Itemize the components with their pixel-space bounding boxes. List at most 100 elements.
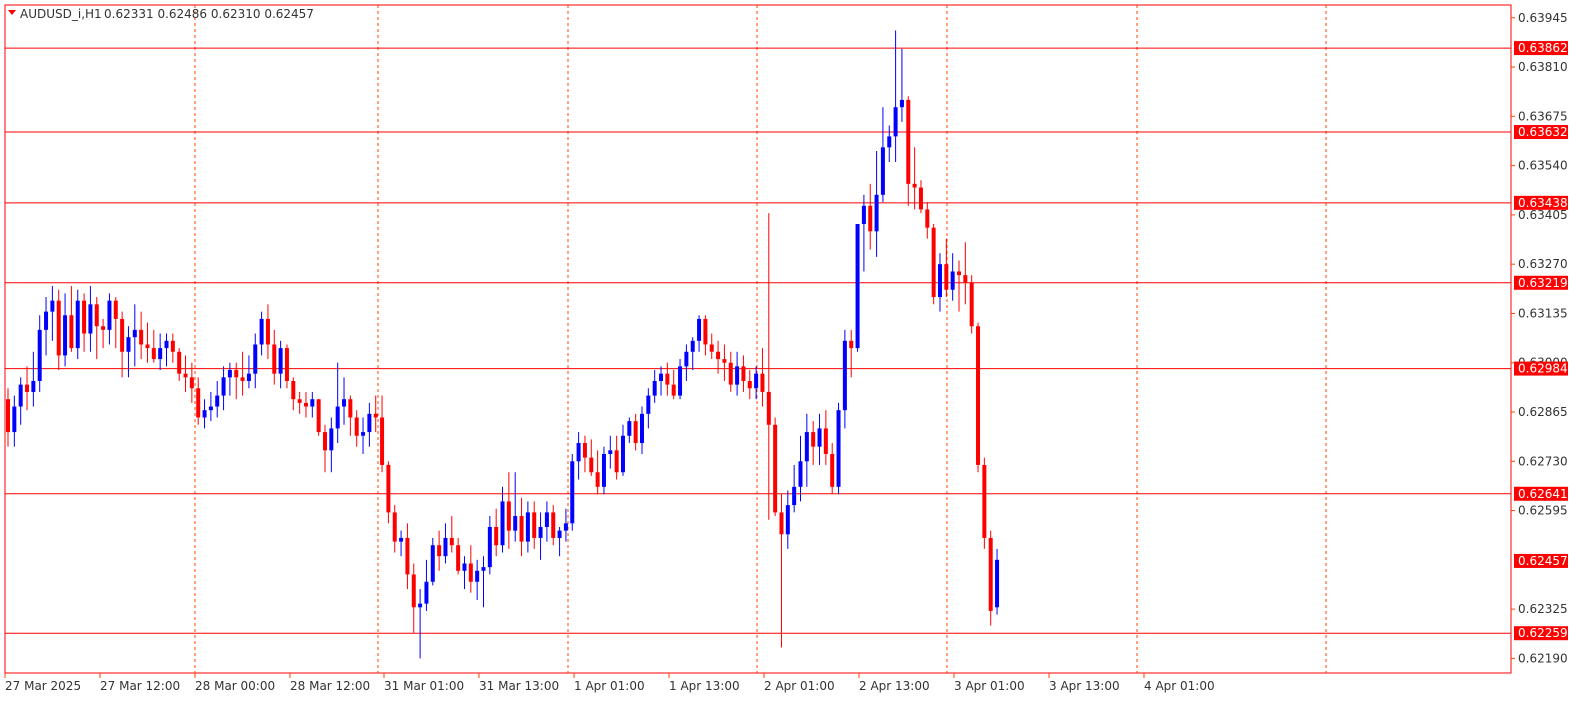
candle-body	[158, 348, 163, 360]
candle-body	[31, 380, 36, 392]
price-level-label: 0.62641	[1518, 487, 1568, 501]
candle-body	[475, 570, 480, 582]
candle-body	[386, 464, 391, 513]
candle-body	[500, 501, 505, 546]
candle-body	[823, 428, 828, 454]
candle-body	[399, 537, 404, 542]
candle-body	[208, 406, 213, 411]
candle-body	[25, 384, 30, 392]
candle-body	[94, 304, 99, 327]
candle-body	[50, 300, 55, 312]
candle-body	[855, 224, 860, 349]
candle-body	[221, 377, 226, 396]
candle-body	[392, 512, 397, 542]
candle-body	[944, 264, 949, 290]
candle-body	[101, 326, 106, 330]
candle-body	[544, 512, 549, 527]
candle-body	[278, 348, 283, 374]
candle-body	[760, 373, 765, 392]
candle-body	[259, 318, 264, 345]
candle-body	[234, 370, 239, 378]
candle-body	[272, 344, 277, 374]
candle-body	[303, 402, 308, 407]
candle-body	[430, 545, 435, 582]
x-tick-label: 27 Mar 12:00	[100, 679, 180, 693]
candle-body	[367, 413, 372, 433]
candle-body	[329, 428, 334, 451]
candle-body	[424, 581, 429, 604]
price-level-label: 0.63219	[1518, 276, 1568, 290]
candle-body	[665, 373, 670, 385]
candle-body	[912, 183, 917, 188]
candle-body	[468, 563, 473, 582]
candle-body	[120, 318, 125, 352]
candle-body	[297, 399, 302, 403]
ohlc-readout: 0.62331 0.62486 0.62310 0.62457	[104, 7, 314, 21]
candle-body	[766, 391, 771, 425]
candle-body	[316, 399, 321, 433]
candle-body	[716, 351, 721, 360]
candle-body	[627, 421, 632, 436]
candle-body	[481, 567, 486, 571]
candle-body	[937, 264, 942, 298]
candle-body	[373, 413, 378, 418]
candle-body	[684, 351, 689, 367]
candle-body	[170, 340, 175, 352]
candle-body	[976, 326, 981, 465]
candle-body	[728, 362, 733, 385]
candle-body	[246, 373, 251, 381]
candle-body	[893, 107, 898, 137]
y-tick-label: 0.63540	[1518, 159, 1568, 173]
candle-body	[405, 537, 410, 575]
x-tick-label: 1 Apr 01:00	[574, 679, 645, 693]
candle-body	[817, 428, 822, 447]
candle-body	[880, 147, 885, 195]
y-tick-label: 0.62865	[1518, 405, 1568, 419]
candle-body	[56, 300, 61, 356]
candle-body	[139, 329, 144, 345]
candle-body	[747, 380, 752, 389]
candle-body	[608, 450, 613, 454]
y-tick-label: 0.62190	[1518, 651, 1568, 665]
candle-body	[950, 271, 955, 290]
candle-body	[354, 417, 359, 436]
candle-body	[589, 457, 594, 473]
x-tick-label: 27 Mar 2025	[5, 679, 81, 693]
candle-body	[487, 526, 492, 568]
candle-body	[532, 512, 537, 538]
y-tick-label: 0.63405	[1518, 208, 1568, 222]
y-tick-label: 0.63675	[1518, 109, 1568, 123]
candle-body	[798, 461, 803, 487]
candle-body	[189, 377, 194, 389]
candle-body	[868, 205, 873, 232]
price-level-label: 0.63632	[1518, 125, 1568, 139]
candle-body	[164, 340, 169, 349]
x-tick-label: 3 Apr 13:00	[1049, 679, 1120, 693]
x-tick-label: 2 Apr 01:00	[764, 679, 835, 693]
candle-body	[462, 563, 467, 571]
candle-body	[792, 486, 797, 506]
candle-body	[779, 512, 784, 535]
candle-body	[443, 537, 448, 557]
candle-body	[335, 406, 340, 429]
current-price-label: 0.62457	[1518, 554, 1568, 568]
candle-body	[963, 275, 968, 283]
candle-body	[735, 366, 740, 385]
candle-body	[849, 340, 854, 349]
candle-body	[12, 406, 17, 433]
candle-body	[703, 318, 708, 345]
candle-body	[6, 399, 10, 433]
candle-body	[525, 512, 530, 542]
candle-body	[887, 136, 892, 148]
candle-body	[284, 348, 289, 381]
x-tick-label: 3 Apr 01:00	[954, 679, 1025, 693]
candle-body	[151, 348, 156, 360]
price-chart[interactable]: 27 Mar 2025 27 Mar 12:00 28 Mar 00:00 28 Ma…	[0, 0, 1586, 707]
candle-body	[614, 450, 619, 473]
candle-body	[69, 315, 74, 349]
chart-canvas: 27 Mar 2025 27 Mar 12:00 28 Mar 00:00 28 Ma…	[4, 4, 1568, 693]
candle-body	[551, 512, 556, 538]
candle-body	[132, 329, 137, 338]
candle-body	[785, 505, 790, 535]
candle-body	[646, 395, 651, 414]
